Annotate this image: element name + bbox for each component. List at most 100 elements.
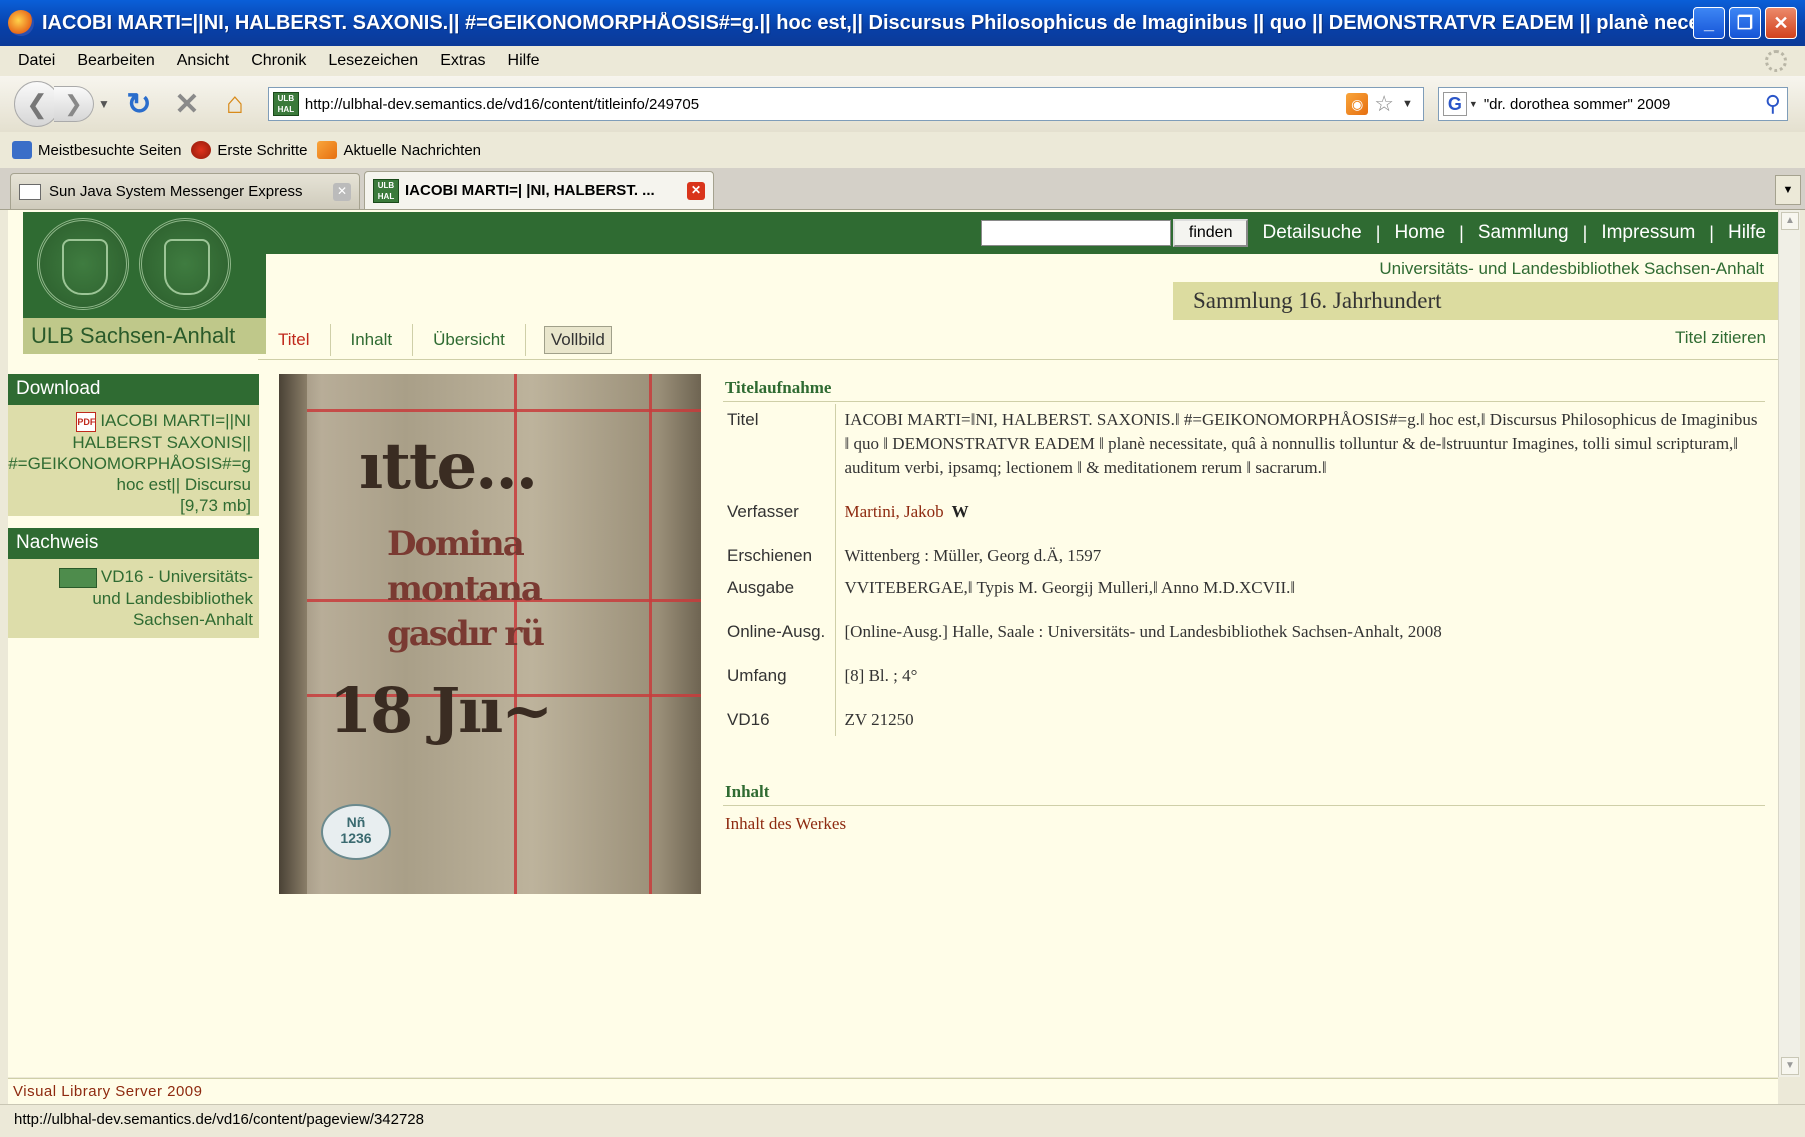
google-engine-icon[interactable]: G xyxy=(1442,92,1467,116)
firefox-icon xyxy=(8,10,34,36)
minimize-button[interactable]: _ xyxy=(1693,7,1725,39)
window-controls: _ ❐ ✕ xyxy=(1693,7,1797,39)
site-search-input[interactable] xyxy=(980,220,1171,246)
menu-bearbeiten[interactable]: Bearbeiten xyxy=(66,52,165,70)
menu-lesezeichen[interactable]: Lesezeichen xyxy=(317,52,429,70)
rss-bookmark-icon xyxy=(317,141,338,159)
book-cover-image[interactable]: ıtte... Domina montana gasdır rü 18 Jıı~… xyxy=(279,374,701,894)
nachweis-heading: Nachweis xyxy=(8,528,259,559)
reload-icon[interactable]: ↻ xyxy=(120,85,158,123)
menu-ansicht[interactable]: Ansicht xyxy=(166,52,240,70)
url-history-dropdown-icon[interactable]: ▼ xyxy=(1402,98,1413,110)
metadata-row: Erschienen Wittenberg : Müller, Georg d.… xyxy=(723,528,1765,572)
nav-separator: | xyxy=(1582,222,1588,243)
field-value: Wittenberg : Müller, Georg d.Ä, 1597 xyxy=(844,546,1102,565)
most-visited-icon xyxy=(12,141,32,159)
field-label: Umfang xyxy=(723,648,836,692)
work-contents-link[interactable]: Inhalt des Werkes xyxy=(723,814,1765,834)
library-logo[interactable]: ULB Sachsen-Anhalt xyxy=(23,212,266,354)
cover-inscription: gasdır rü xyxy=(387,614,545,654)
record-metadata: Titelaufnahme Titel IACOBI MARTI=‖NI, HA… xyxy=(723,374,1765,834)
close-tab-icon[interactable]: ✕ xyxy=(687,181,705,200)
book-spine xyxy=(279,374,307,894)
back-forward-group: ❮ ❯ ▼ xyxy=(14,81,110,127)
tab-messenger[interactable]: Sun Java System Messenger Express ✕ xyxy=(10,173,360,209)
logo-label: ULB Sachsen-Anhalt xyxy=(23,318,266,354)
section-heading-titelaufnahme: Titelaufnahme xyxy=(723,374,1765,402)
search-input[interactable] xyxy=(1483,89,1765,119)
nav-separator: | xyxy=(1459,222,1464,243)
stop-icon[interactable]: ✕ xyxy=(168,85,206,123)
metadata-row: Verfasser Martini, Jakob W xyxy=(723,484,1765,528)
download-line: hoc est|| Discursu xyxy=(116,474,252,494)
engine-dropdown-icon[interactable]: ▼ xyxy=(1469,99,1478,109)
download-heading: Download xyxy=(8,374,259,405)
scroll-up-icon[interactable]: ▲ xyxy=(1781,212,1799,230)
site-favicon-icon: ULB HAL xyxy=(373,178,399,203)
field-label: Titel xyxy=(723,404,836,484)
finden-button[interactable]: finden xyxy=(1172,219,1249,247)
bookmarks-toolbar: Meistbesuchte Seiten Erste Schritte Aktu… xyxy=(0,132,1805,168)
metadata-row: Titel IACOBI MARTI=‖NI, HALBERST. SAXONI… xyxy=(723,404,1765,484)
record-subnav: Titel Inhalt Übersicht Vollbild Titel zi… xyxy=(258,320,1778,360)
author-link[interactable]: Martini, Jakob xyxy=(845,502,944,521)
nav-detailsuche[interactable]: Detailsuche xyxy=(1262,222,1361,244)
download-link[interactable]: PDF IACOBI MARTI=||NI HALBERST SAXONIS|| … xyxy=(8,410,251,516)
tab-inhalt[interactable]: Inhalt xyxy=(331,323,414,356)
vertical-scrollbar[interactable]: ▲ ▼ xyxy=(1778,210,1800,1077)
download-line: IACOBI MARTI=||NI xyxy=(100,411,251,430)
scroll-down-icon[interactable]: ▼ xyxy=(1781,1057,1799,1075)
field-label: Ausgabe xyxy=(723,572,836,604)
bookmark-news[interactable]: Aktuelle Nachrichten xyxy=(317,141,481,159)
nav-sammlung[interactable]: Sammlung xyxy=(1478,222,1569,244)
bookmark-most-visited[interactable]: Meistbesuchte Seiten xyxy=(12,141,181,159)
seal-icon xyxy=(139,218,231,310)
field-value: [8] Bl. ; 4° xyxy=(844,666,918,685)
nav-home[interactable]: Home xyxy=(1394,222,1445,244)
nav-hilfe[interactable]: Hilfe xyxy=(1728,222,1766,244)
wikipedia-icon[interactable]: W xyxy=(952,502,969,521)
forward-button[interactable]: ❯ xyxy=(54,86,94,122)
footer-text: Visual Library Server 2009 xyxy=(13,1083,203,1100)
rss-feed-icon[interactable]: ◉ xyxy=(1346,93,1369,115)
menu-hilfe[interactable]: Hilfe xyxy=(497,52,551,70)
mail-icon xyxy=(19,183,41,200)
url-input[interactable] xyxy=(304,89,1347,119)
tab-label: Sun Java System Messenger Express xyxy=(49,183,303,200)
nav-separator: | xyxy=(1375,222,1381,243)
fullview-button[interactable]: Vollbild xyxy=(543,325,612,354)
bookmark-getting-started[interactable]: Erste Schritte xyxy=(191,141,307,159)
cover-inscription: montana xyxy=(387,569,543,609)
field-label: Verfasser xyxy=(723,484,836,528)
tab-titel[interactable]: Titel xyxy=(258,323,331,356)
tab-strip: Sun Java System Messenger Express ✕ ULB H… xyxy=(0,168,1805,210)
address-bar: ULBHAL ◉ ☆ ▼ xyxy=(267,87,1424,121)
tab-uebersicht[interactable]: Übersicht xyxy=(413,323,526,356)
vd16-link[interactable]: VD16 - Universitäts- und Landesbibliothe… xyxy=(13,566,253,630)
field-value: VVITEBERGAE,‖ Typis M. Georgij Mulleri,‖… xyxy=(844,578,1296,597)
home-icon[interactable]: ⌂ xyxy=(216,85,254,123)
history-dropdown-icon[interactable]: ▼ xyxy=(98,97,110,111)
nachweis-box: Nachweis VD16 - Universitäts- und Landes… xyxy=(8,528,259,638)
throbber-icon xyxy=(1765,50,1787,72)
close-window-button[interactable]: ✕ xyxy=(1765,7,1797,39)
search-icon[interactable]: ⚲ xyxy=(1765,91,1781,117)
page-viewport: ULB Sachsen-Anhalt finden Detailsuche | … xyxy=(8,210,1778,1077)
menu-datei[interactable]: Datei xyxy=(14,52,66,70)
status-text: http://ulbhal-dev.semantics.de/vd16/cont… xyxy=(14,1111,424,1128)
window-titlebar: IACOBI MARTI=||NI, HALBERST. SAXONIS.|| … xyxy=(0,0,1805,46)
tab-iacobi-marti[interactable]: ULB HAL IACOBI MARTI=| |NI, HALBERST. ...… xyxy=(364,171,714,209)
nachweis-line: Sachsen-Anhalt xyxy=(132,609,253,629)
restore-button[interactable]: ❐ xyxy=(1729,7,1761,39)
nav-impressum[interactable]: Impressum xyxy=(1601,222,1695,244)
tab-label: IACOBI MARTI=| |NI, HALBERST. ... xyxy=(405,182,655,199)
menu-chronik[interactable]: Chronik xyxy=(240,52,317,70)
shelfmark-line: Nñ xyxy=(346,814,366,830)
bookmark-star-icon[interactable]: ☆ xyxy=(1374,91,1394,117)
menu-extras[interactable]: Extras xyxy=(429,52,496,70)
cite-title-link[interactable]: Titel zitieren xyxy=(1675,328,1766,348)
tab-list-dropdown-icon[interactable]: ▼ xyxy=(1775,175,1801,205)
close-tab-icon[interactable]: ✕ xyxy=(333,182,351,201)
field-value: ZV 21250 xyxy=(844,710,914,729)
download-box: Download PDF IACOBI MARTI=||NI HALBERST S… xyxy=(8,374,259,516)
